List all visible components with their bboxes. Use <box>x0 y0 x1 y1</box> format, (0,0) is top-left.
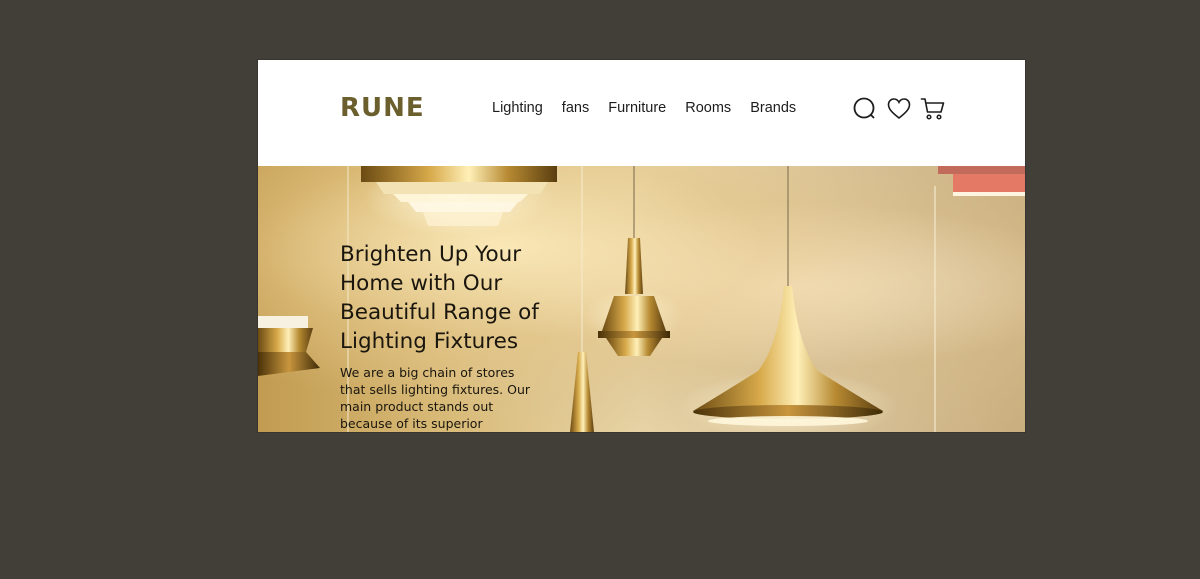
heart-icon[interactable] <box>886 96 912 122</box>
brand-logo[interactable]: RUNE <box>340 93 425 123</box>
nav-item-brands[interactable]: Brands <box>750 100 796 116</box>
nav-item-rooms[interactable]: Rooms <box>685 100 731 116</box>
hero-banner: Brighten Up Your Home with Our Beautiful… <box>258 166 1025 432</box>
header-actions <box>852 96 946 122</box>
main-nav: Lighting fans Furniture Rooms Brands <box>492 100 796 116</box>
hero-description: We are a big chain of stores that sells … <box>340 365 531 431</box>
nav-item-lighting[interactable]: Lighting <box>492 100 543 116</box>
website-mockup: RUNE Lighting fans Furniture Rooms Brand… <box>258 60 1025 432</box>
nav-item-fans[interactable]: fans <box>562 100 589 116</box>
hero-title: Brighten Up Your Home with Our Beautiful… <box>340 242 539 354</box>
search-icon[interactable] <box>852 96 878 122</box>
cart-icon[interactable] <box>920 96 946 122</box>
site-header: RUNE Lighting fans Furniture Rooms Brand… <box>258 60 1025 166</box>
nav-item-furniture[interactable]: Furniture <box>608 100 666 116</box>
